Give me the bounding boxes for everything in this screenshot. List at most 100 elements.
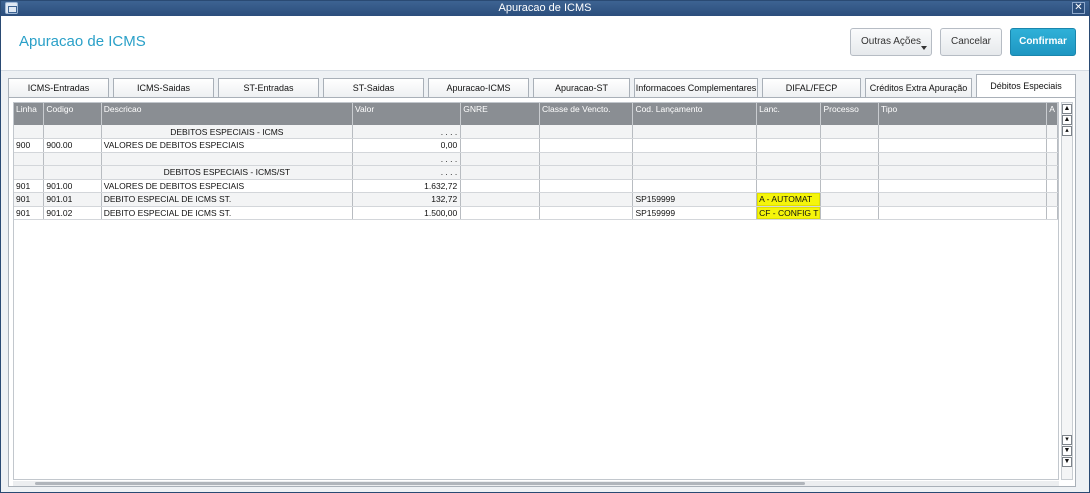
cell-processo xyxy=(820,125,879,139)
tab-apuracao-icms[interactable]: Apuracao-ICMS xyxy=(428,78,529,98)
scroll-bottom-icon[interactable]: ▼ xyxy=(1062,457,1072,467)
scroll-down-icon[interactable]: ▾ xyxy=(1062,435,1072,445)
cell-classe xyxy=(539,206,634,220)
cell-lanc xyxy=(756,179,822,193)
title-bar: Apuracao de ICMS ✕ xyxy=(1,1,1089,16)
cell-cod-lanc xyxy=(632,125,758,139)
outras-acoes-button[interactable]: Outras Ações xyxy=(850,28,932,56)
tab-creditos-extra-apuracao[interactable]: Créditos Extra Apuração xyxy=(865,78,972,98)
cell-valor: 1.500,00 xyxy=(352,206,462,220)
cell-codigo: 900.00 xyxy=(43,138,102,153)
cell-cod-lanc xyxy=(632,138,758,153)
cell-descricao: DEBITO ESPECIAL DE ICMS ST. xyxy=(101,192,354,207)
col-header-classe-vencto[interactable]: Classe de Vencto. xyxy=(539,103,634,125)
table-row[interactable]: DEBITOS ESPECIAIS - ICMS/ST . . . . xyxy=(14,165,1058,180)
col-header-valor[interactable]: Valor xyxy=(352,103,462,125)
tab-informacoes-complementares[interactable]: Informacoes Complementares xyxy=(634,78,758,98)
cell-codigo xyxy=(43,125,102,139)
cell-valor: . . . . xyxy=(352,165,462,180)
cell-codigo xyxy=(43,165,102,180)
cell-lanc[interactable]: A - AUTOMAT xyxy=(756,192,822,207)
cell-descricao xyxy=(101,152,354,166)
scroll-top-icon[interactable]: ▲ xyxy=(1062,104,1072,114)
cell-descricao: VALORES DE DEBITOS ESPECIAIS xyxy=(101,138,354,153)
app-window: Apuracao de ICMS ✕ Apuracao de ICMS Outr… xyxy=(0,0,1090,493)
col-header-lanc[interactable]: Lanc. xyxy=(756,103,822,125)
col-header-gnre[interactable]: GNRE xyxy=(460,103,540,125)
cell-extra xyxy=(1046,125,1058,139)
cell-cod-lanc xyxy=(632,152,758,166)
cell-linha: 900 xyxy=(14,138,45,153)
cell-linha: 901 xyxy=(14,192,45,207)
debitos-table: Linha Codigo Descricao Valor GNRE Classe… xyxy=(14,103,1058,220)
cell-classe xyxy=(539,179,634,193)
cell-cod-lanc xyxy=(632,179,758,193)
tab-panel: Linha Codigo Descricao Valor GNRE Classe… xyxy=(8,97,1076,487)
col-header-a[interactable]: A xyxy=(1046,103,1058,125)
tab-bar: ICMS-Entradas ICMS-Saidas ST-Entradas ST… xyxy=(8,74,1076,98)
cell-lanc xyxy=(756,138,822,153)
horizontal-scroll-thumb[interactable] xyxy=(35,482,805,485)
cell-gnre xyxy=(460,152,540,166)
scroll-up-icon[interactable]: ▴ xyxy=(1062,126,1072,136)
tab-difal-fecp[interactable]: DIFAL/FECP xyxy=(762,78,861,98)
cell-linha xyxy=(14,165,45,180)
cell-cod-lanc: SP159999 xyxy=(632,192,758,207)
confirm-button[interactable]: Confirmar xyxy=(1010,28,1076,56)
cell-linha: 901 xyxy=(14,206,45,220)
vertical-scrollbar[interactable]: ▲ ▲ ▴ ▾ ▼ ▼ xyxy=(1061,102,1073,480)
cell-valor: 1.632,72 xyxy=(352,179,462,193)
tab-apuracao-st[interactable]: Apuracao-ST xyxy=(533,78,630,98)
horizontal-scrollbar[interactable] xyxy=(13,481,1059,486)
cell-cod-lanc: SP159999 xyxy=(632,206,758,220)
cell-descricao: DEBITO ESPECIAL DE ICMS ST. xyxy=(101,206,354,220)
tab-st-saidas[interactable]: ST-Saidas xyxy=(323,78,424,98)
cell-lanc xyxy=(756,125,822,139)
scroll-page-down-icon[interactable]: ▼ xyxy=(1062,446,1072,456)
tab-st-entradas[interactable]: ST-Entradas xyxy=(218,78,319,98)
cell-tipo xyxy=(878,165,1048,180)
col-header-tipo[interactable]: Tipo xyxy=(878,103,1048,125)
tab-icms-entradas[interactable]: ICMS-Entradas xyxy=(8,78,109,98)
cell-classe xyxy=(539,165,634,180)
cell-cod-lanc xyxy=(632,165,758,180)
cell-tipo xyxy=(878,206,1048,220)
cell-linha xyxy=(14,125,45,139)
tab-debitos-especiais[interactable]: Débitos Especiais xyxy=(976,74,1076,98)
cancel-button[interactable]: Cancelar xyxy=(940,28,1002,56)
chevron-down-icon xyxy=(921,46,927,50)
close-icon[interactable]: ✕ xyxy=(1072,2,1085,14)
col-header-cod-lancamento[interactable]: Cod. Lançamento xyxy=(632,103,758,125)
table-row[interactable]: . . . . xyxy=(14,152,1058,166)
cell-gnre xyxy=(460,165,540,180)
table-row[interactable]: 901 901.01 DEBITO ESPECIAL DE ICMS ST. 1… xyxy=(14,192,1058,207)
cell-valor: . . . . xyxy=(352,125,462,139)
table-row[interactable]: DEBITOS ESPECIAIS - ICMS . . . . xyxy=(14,125,1058,139)
scroll-page-up-icon[interactable]: ▲ xyxy=(1062,115,1072,125)
cell-extra xyxy=(1046,165,1058,180)
debitos-grid[interactable]: Linha Codigo Descricao Valor GNRE Classe… xyxy=(13,102,1059,480)
cell-extra xyxy=(1046,138,1058,153)
col-header-codigo[interactable]: Codigo xyxy=(43,103,102,125)
cell-linha xyxy=(14,152,45,166)
cell-processo xyxy=(820,152,879,166)
header-bar: Apuracao de ICMS Outras Ações Cancelar C… xyxy=(1,16,1089,71)
cell-descricao: DEBITOS ESPECIAIS - ICMS/ST xyxy=(101,165,354,180)
cell-descricao: DEBITOS ESPECIAIS - ICMS xyxy=(101,125,354,139)
cell-gnre xyxy=(460,125,540,139)
col-header-linha[interactable]: Linha xyxy=(14,103,45,125)
tab-icms-saidas[interactable]: ICMS-Saidas xyxy=(113,78,214,98)
col-header-processo[interactable]: Processo xyxy=(820,103,879,125)
cell-lanc[interactable]: CF - CONFIG T xyxy=(756,206,822,220)
table-row[interactable]: 901 901.02 DEBITO ESPECIAL DE ICMS ST. 1… xyxy=(14,206,1058,220)
table-row[interactable]: 901 901.00 VALORES DE DEBITOS ESPECIAIS … xyxy=(14,179,1058,193)
col-header-descricao[interactable]: Descricao xyxy=(101,103,354,125)
cell-codigo: 901.01 xyxy=(43,192,102,207)
window-title: Apuracao de ICMS xyxy=(498,2,592,14)
cell-gnre xyxy=(460,138,540,153)
cell-classe xyxy=(539,138,634,153)
table-row[interactable]: 900 900.00 VALORES DE DEBITOS ESPECIAIS … xyxy=(14,138,1058,153)
cell-processo xyxy=(820,192,879,207)
page-title: Apuracao de ICMS xyxy=(19,33,146,50)
cell-linha: 901 xyxy=(14,179,45,193)
